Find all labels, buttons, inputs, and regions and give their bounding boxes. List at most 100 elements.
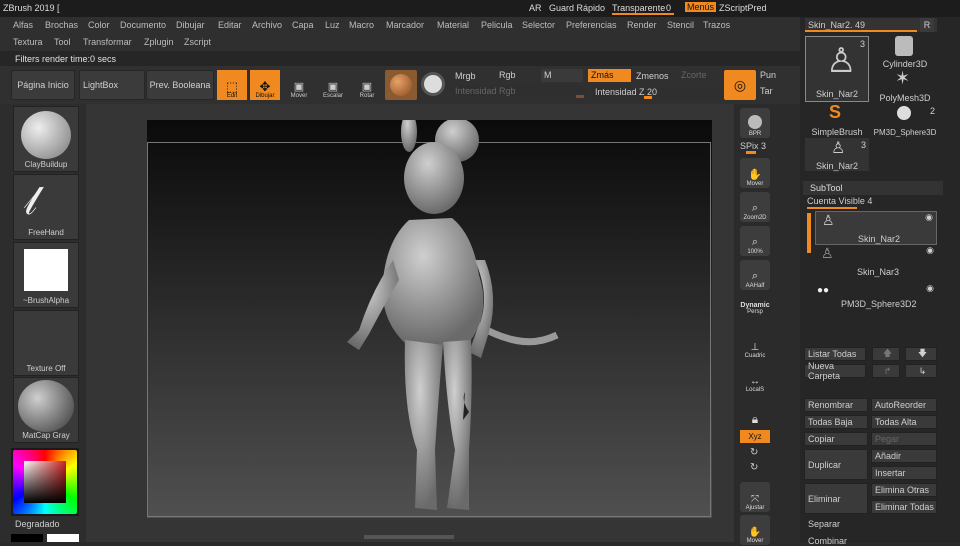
all-low-button[interactable]: Todas Baja	[804, 415, 868, 429]
bpr-button[interactable]: BPR	[740, 108, 770, 138]
visible-count-slider[interactable]: Cuenta Visible 4	[807, 196, 872, 206]
delete-other-button[interactable]: Elimina Otras	[871, 483, 937, 497]
tool-thumb-sphere[interactable]: 2 PM3D_Sphere3D	[873, 104, 937, 137]
ar-button[interactable]: AR	[529, 3, 542, 13]
preview-boolean-button[interactable]: Prev. Booleana	[146, 70, 214, 100]
transparent-slider-bar[interactable]	[612, 13, 674, 15]
copy-button[interactable]: Copiar	[804, 432, 868, 446]
lock-button[interactable]: 🔒︎	[740, 398, 770, 428]
subtool-row-sphere[interactable]: ●● ◉ PM3D_Sphere3D2	[815, 283, 937, 313]
visibility-eye2-icon[interactable]: ◉	[926, 245, 934, 256]
actual-size-button[interactable]: ⌕ 100%	[740, 226, 770, 256]
split-section[interactable]: Separar	[808, 519, 840, 529]
symmetry-button[interactable]: ◎	[724, 70, 756, 100]
arrow-down-icon[interactable]: ↳	[905, 364, 937, 378]
document-canvas[interactable]	[147, 120, 712, 518]
bottom-shelf-handle[interactable]	[364, 535, 454, 539]
material-swatch-button[interactable]	[385, 70, 417, 100]
zsub-toggle[interactable]: Zmenos	[633, 70, 673, 83]
duplicate-button[interactable]: Duplicar	[804, 449, 868, 480]
menu-marcador[interactable]: Marcador	[386, 20, 424, 30]
rotate-y-icon[interactable]: ↻	[750, 447, 758, 458]
menu-material[interactable]: Material	[437, 20, 469, 30]
tool-thumb-polymesh[interactable]: ✶ PolyMesh3D	[873, 68, 937, 103]
quick-save-button[interactable]: Guard Rápido	[549, 3, 605, 13]
material-selector[interactable]: MatCap Gray	[13, 377, 79, 443]
lightbox-button[interactable]: LightBox	[79, 70, 145, 100]
all-high-button[interactable]: Todas Alta	[871, 415, 937, 429]
tool-thumb-cylinder[interactable]: Cylinder3D	[873, 36, 937, 69]
paste-button[interactable]: Pegar	[871, 432, 937, 446]
move-down-icon[interactable]: 🡇	[905, 347, 937, 361]
r-button[interactable]: R	[920, 18, 934, 32]
subtool-row-skin-nar3[interactable]: ♙ ◉ Skin_Nar3	[815, 245, 937, 279]
alpha-selector[interactable]: ~BrushAlpha	[13, 242, 79, 308]
menu-textura[interactable]: Textura	[13, 37, 43, 47]
new-folder-button[interactable]: Nueva Carpeta	[804, 361, 866, 381]
color-picker[interactable]	[11, 448, 79, 516]
zadd-toggle[interactable]: Zmás	[588, 69, 631, 82]
draw-button[interactable]: ✥ Dibujar	[250, 70, 280, 100]
delete-button[interactable]: Eliminar	[804, 483, 868, 514]
tool-thumb-skin-nar2-b[interactable]: 3 ♙ Skin_Nar2	[805, 138, 869, 171]
list-all-button[interactable]: Listar Todas	[804, 347, 866, 361]
menu-editar[interactable]: Editar	[218, 20, 242, 30]
menus-toggle[interactable]: Menús	[685, 2, 717, 12]
menu-archivo[interactable]: Archivo	[252, 20, 282, 30]
move-button[interactable]: ▣ Mover	[284, 70, 314, 100]
menu-selector[interactable]: Selector	[522, 20, 555, 30]
scale-button[interactable]: ▣ Escalar	[318, 70, 348, 100]
aahalf-button[interactable]: ⌕ AAHalf	[740, 260, 770, 290]
rotate-z-icon[interactable]: ↻	[750, 462, 758, 473]
rename-button[interactable]: Renombrar	[804, 398, 868, 412]
menu-dibujar[interactable]: Dibujar	[176, 20, 205, 30]
move-view-button[interactable]: ✋ Mover	[740, 515, 770, 545]
transparent-slider[interactable]: Transparente	[612, 3, 665, 13]
point-toggle[interactable]: Pun	[760, 70, 776, 80]
menu-alfas[interactable]: Alfas	[13, 20, 33, 30]
tar-toggle[interactable]: Tar	[760, 86, 773, 96]
menu-documento[interactable]: Documento	[120, 20, 166, 30]
z-intensity-slider[interactable]: Intensidad Z 20	[592, 86, 722, 99]
xyz-rotate-button[interactable]: Xyz	[740, 430, 770, 443]
menu-render[interactable]: Render	[627, 20, 657, 30]
menu-macro[interactable]: Macro	[349, 20, 374, 30]
floor-grid-button[interactable]: ⊥ Cuadric	[740, 330, 770, 360]
rotate-button[interactable]: ▣ Rotar	[352, 70, 382, 100]
scroll-button[interactable]: ✋ Mover	[740, 158, 770, 188]
insert-button[interactable]: Insertar	[871, 466, 937, 480]
zcut-toggle[interactable]: Zcorte	[678, 69, 722, 82]
visibility-eye-icon[interactable]: ◉	[925, 212, 933, 223]
local-symmetry-button[interactable]: ↔ LocalS	[740, 364, 770, 394]
spix-slider[interactable]: SPix 3	[740, 141, 766, 151]
brush-selector[interactable]: ClayBuildup	[13, 106, 79, 172]
autoreorder-button[interactable]: AutoReorder	[871, 398, 937, 412]
perspective-button[interactable]: Dynamic Persp	[740, 294, 770, 324]
delete-all-button[interactable]: Eliminar Todas	[871, 500, 937, 514]
menu-preferencias[interactable]: Preferencias	[566, 20, 617, 30]
tool-thumb-simplebrush[interactable]: S SimpleBrush	[805, 102, 869, 137]
menu-zscript[interactable]: Zscript	[184, 37, 211, 47]
m-toggle[interactable]: M	[541, 69, 583, 82]
zscript-pred[interactable]: ZScriptPred	[719, 3, 767, 13]
menu-capa[interactable]: Capa	[292, 20, 314, 30]
rgb-intensity-slider[interactable]: Intensidad Rgb	[452, 85, 586, 98]
menu-color[interactable]: Color	[88, 20, 110, 30]
menu-trazos[interactable]: Trazos	[703, 20, 730, 30]
subtool-header[interactable]: SubTool	[803, 181, 943, 195]
merge-section[interactable]: Combinar	[808, 536, 847, 546]
edit-button[interactable]: ⬚ Edit	[217, 70, 247, 100]
arrow-up-icon[interactable]: ↱	[872, 364, 900, 378]
mrgb-toggle[interactable]: Mrgb	[455, 71, 476, 81]
menu-transformar[interactable]: Transformar	[83, 37, 132, 47]
color-switch-icon[interactable]	[421, 72, 445, 96]
frame-button[interactable]: ⤧ Ajustar	[740, 482, 770, 512]
subtool-scrollbar[interactable]	[807, 213, 811, 253]
move-up-icon[interactable]: 🡅	[872, 347, 900, 361]
texture-selector[interactable]: Texture Off	[13, 310, 79, 376]
menu-luz[interactable]: Luz	[325, 20, 340, 30]
subtool-row-skin-nar2[interactable]: ♙ ◉ Skin_Nar2	[815, 211, 937, 245]
menu-pelicula[interactable]: Pelicula	[481, 20, 513, 30]
menu-stencil[interactable]: Stencil	[667, 20, 694, 30]
main-color-swatch[interactable]	[11, 534, 43, 542]
